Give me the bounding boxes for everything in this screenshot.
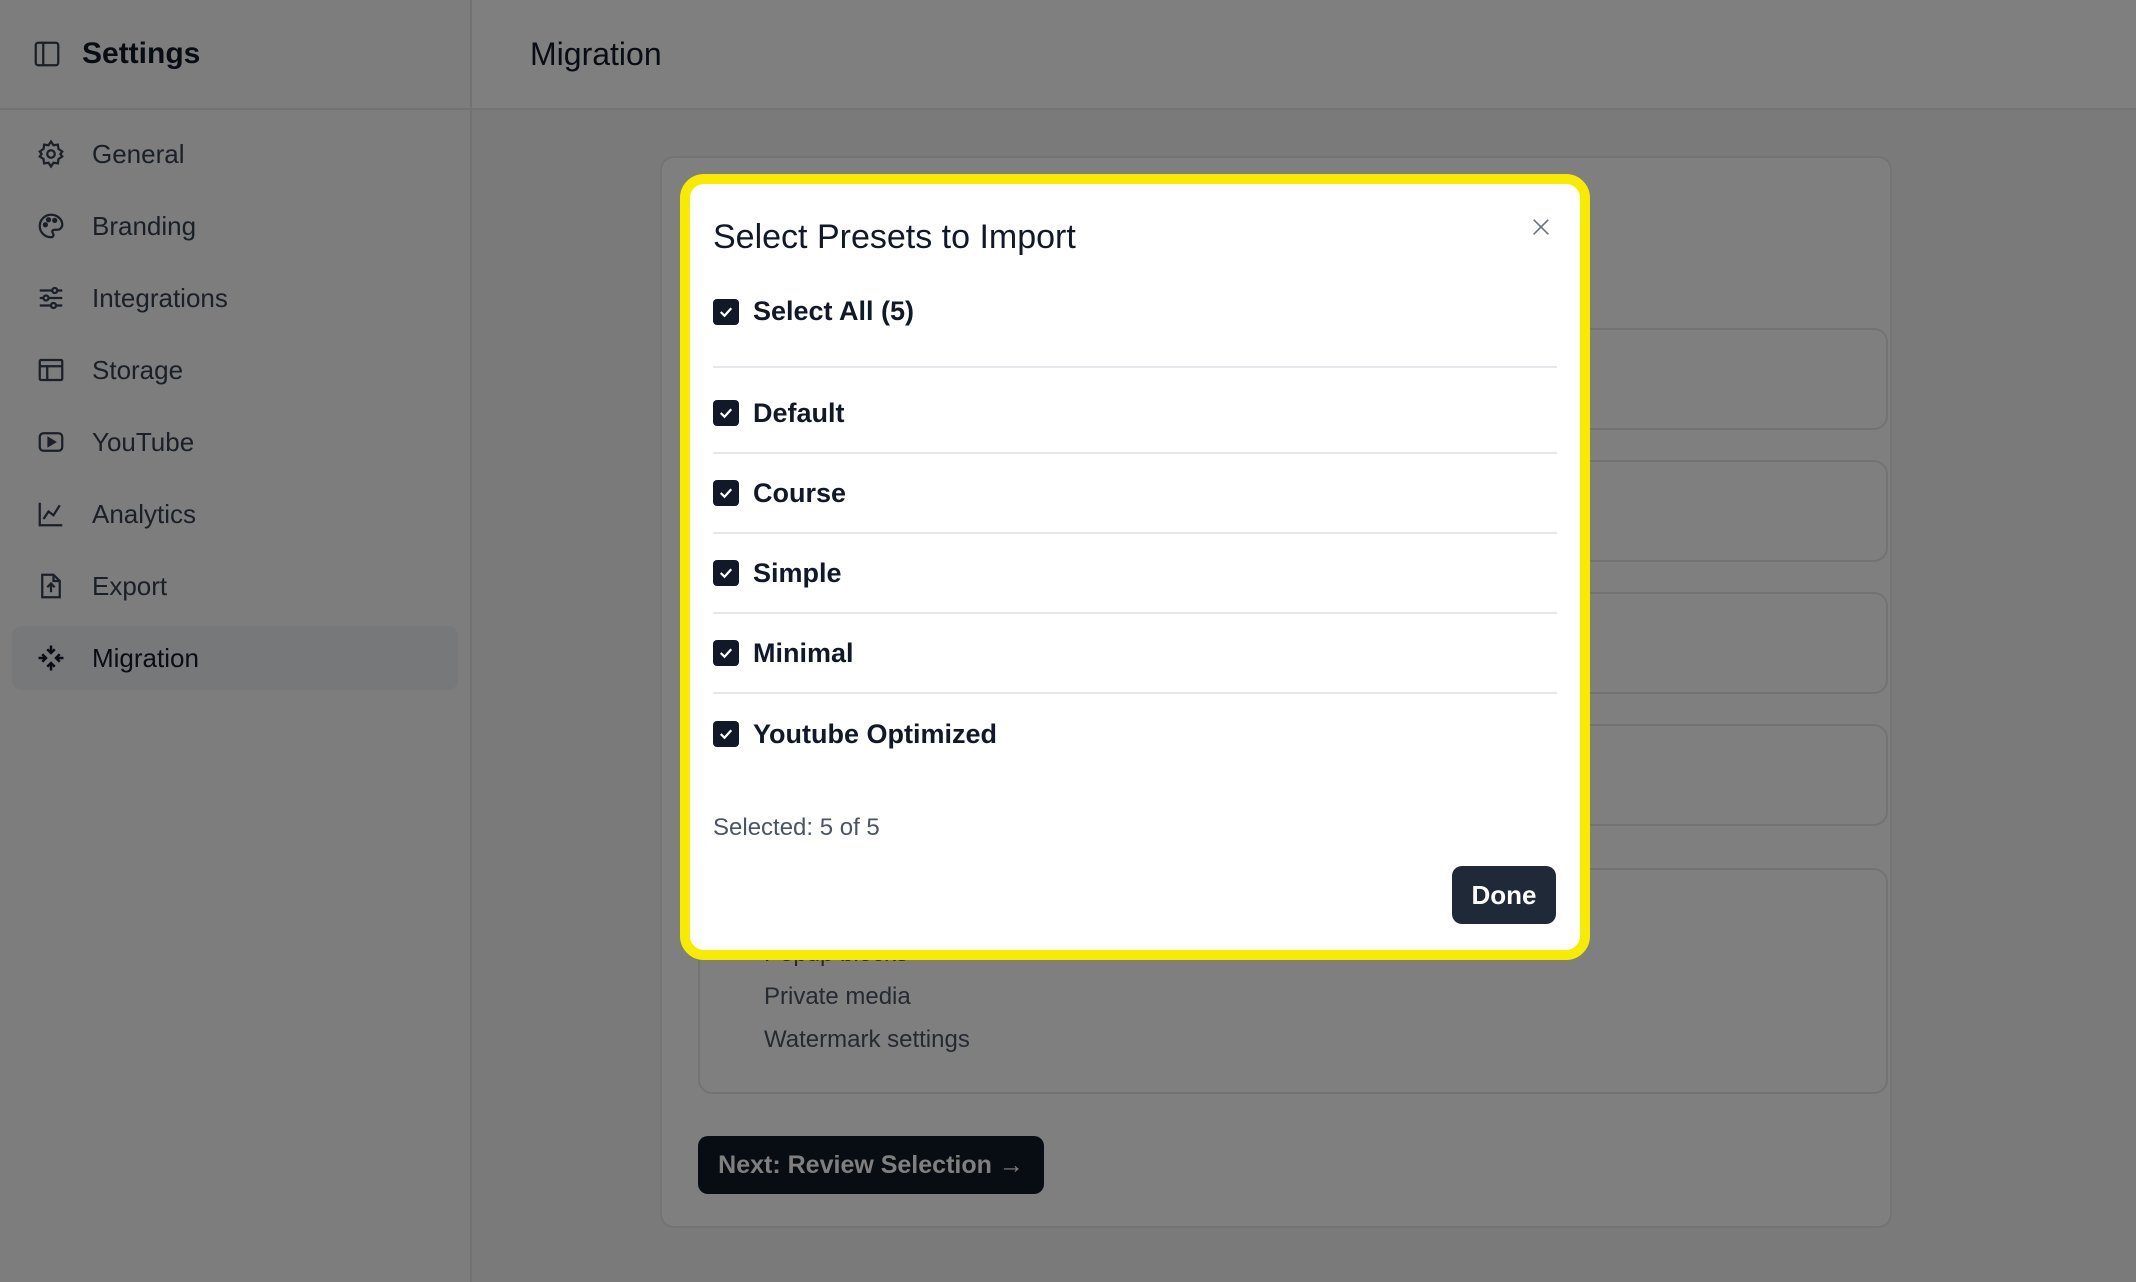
preset-item-simple: Simple [713,534,1557,614]
preset-item-default: Default [713,374,1557,454]
preset-list: Default Course Simple Minimal Youtube Op… [713,374,1557,774]
preset-checkbox[interactable] [713,721,739,747]
preset-checkbox[interactable] [713,400,739,426]
close-icon[interactable] [1526,212,1556,242]
selected-count: Selected: 5 of 5 [713,814,880,841]
preset-item-youtube-optimized: Youtube Optimized [713,694,1557,774]
preset-checkbox[interactable] [713,560,739,586]
preset-label[interactable]: Course [753,478,846,509]
preset-label[interactable]: Minimal [753,638,854,669]
select-presets-modal: Select Presets to Import Select All (5) … [680,174,1590,960]
preset-label[interactable]: Default [753,398,845,429]
preset-checkbox[interactable] [713,480,739,506]
done-button[interactable]: Done [1452,866,1556,924]
select-all-checkbox[interactable] [713,298,739,325]
preset-label[interactable]: Simple [753,558,842,589]
preset-item-minimal: Minimal [713,614,1557,694]
preset-item-course: Course [713,454,1557,534]
select-all-label[interactable]: Select All (5) [753,296,914,327]
select-all-row: Select All (5) [713,296,1557,368]
preset-label[interactable]: Youtube Optimized [753,719,997,750]
modal-title: Select Presets to Import [713,218,1076,256]
preset-checkbox[interactable] [713,640,739,666]
